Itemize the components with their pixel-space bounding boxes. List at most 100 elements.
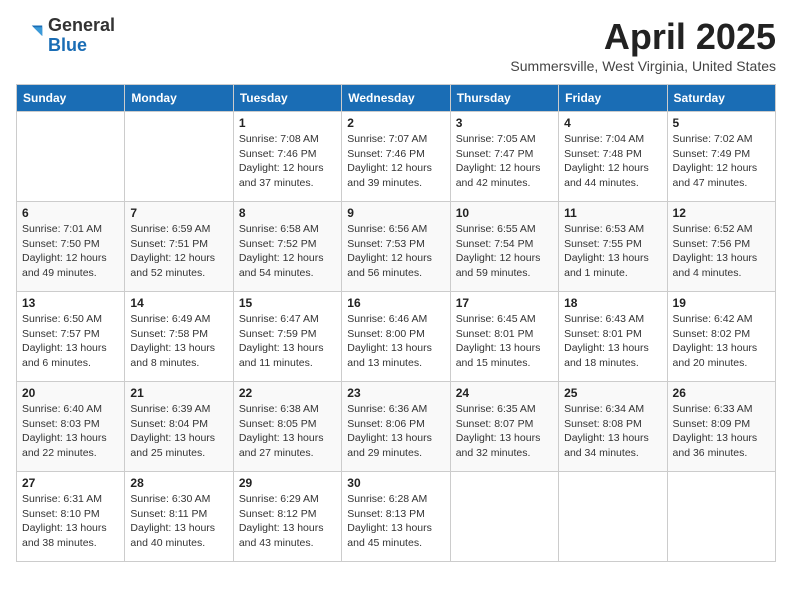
day-info: Sunrise: 6:38 AM Sunset: 8:05 PM Dayligh… <box>239 402 336 461</box>
calendar-cell: 14 Sunrise: 6:49 AM Sunset: 7:58 PM Dayli… <box>125 292 233 382</box>
day-number: 25 <box>564 386 661 400</box>
day-number: 5 <box>673 116 770 130</box>
day-number: 29 <box>239 476 336 490</box>
day-number: 7 <box>130 206 227 220</box>
day-info: Sunrise: 6:39 AM Sunset: 8:04 PM Dayligh… <box>130 402 227 461</box>
calendar-cell: 30 Sunrise: 6:28 AM Sunset: 8:13 PM Dayli… <box>342 472 450 562</box>
calendar-cell: 17 Sunrise: 6:45 AM Sunset: 8:01 PM Dayli… <box>450 292 558 382</box>
day-number: 15 <box>239 296 336 310</box>
weekday-header-thursday: Thursday <box>450 85 558 112</box>
day-number: 9 <box>347 206 444 220</box>
calendar-cell: 28 Sunrise: 6:30 AM Sunset: 8:11 PM Dayli… <box>125 472 233 562</box>
calendar-cell <box>559 472 667 562</box>
calendar-header-row: SundayMondayTuesdayWednesdayThursdayFrid… <box>17 85 776 112</box>
day-info: Sunrise: 6:59 AM Sunset: 7:51 PM Dayligh… <box>130 222 227 281</box>
day-info: Sunrise: 7:07 AM Sunset: 7:46 PM Dayligh… <box>347 132 444 191</box>
day-number: 13 <box>22 296 119 310</box>
day-number: 10 <box>456 206 553 220</box>
calendar-week-row: 13 Sunrise: 6:50 AM Sunset: 7:57 PM Dayli… <box>17 292 776 382</box>
day-number: 8 <box>239 206 336 220</box>
day-number: 12 <box>673 206 770 220</box>
calendar-cell: 11 Sunrise: 6:53 AM Sunset: 7:55 PM Dayli… <box>559 202 667 292</box>
title-block: April 2025 Summersville, West Virginia, … <box>510 16 776 74</box>
calendar-cell: 10 Sunrise: 6:55 AM Sunset: 7:54 PM Dayli… <box>450 202 558 292</box>
weekday-header-saturday: Saturday <box>667 85 775 112</box>
calendar-week-row: 1 Sunrise: 7:08 AM Sunset: 7:46 PM Daylig… <box>17 112 776 202</box>
day-info: Sunrise: 6:49 AM Sunset: 7:58 PM Dayligh… <box>130 312 227 371</box>
day-info: Sunrise: 6:45 AM Sunset: 8:01 PM Dayligh… <box>456 312 553 371</box>
day-info: Sunrise: 6:40 AM Sunset: 8:03 PM Dayligh… <box>22 402 119 461</box>
calendar-cell <box>17 112 125 202</box>
day-info: Sunrise: 7:05 AM Sunset: 7:47 PM Dayligh… <box>456 132 553 191</box>
calendar-cell: 6 Sunrise: 7:01 AM Sunset: 7:50 PM Daylig… <box>17 202 125 292</box>
day-info: Sunrise: 6:46 AM Sunset: 8:00 PM Dayligh… <box>347 312 444 371</box>
day-number: 23 <box>347 386 444 400</box>
month-title: April 2025 <box>510 16 776 58</box>
day-number: 2 <box>347 116 444 130</box>
day-number: 20 <box>22 386 119 400</box>
day-number: 22 <box>239 386 336 400</box>
calendar-cell: 27Sunrise: 6:31 AM Sunset: 8:10 PM Dayli… <box>17 472 125 562</box>
day-number: 17 <box>456 296 553 310</box>
day-number: 16 <box>347 296 444 310</box>
calendar-cell: 19Sunrise: 6:42 AM Sunset: 8:02 PM Dayli… <box>667 292 775 382</box>
calendar-cell: 23 Sunrise: 6:36 AM Sunset: 8:06 PM Dayli… <box>342 382 450 472</box>
day-number: 3 <box>456 116 553 130</box>
day-info: Sunrise: 6:56 AM Sunset: 7:53 PM Dayligh… <box>347 222 444 281</box>
weekday-header-sunday: Sunday <box>17 85 125 112</box>
day-info: Sunrise: 6:55 AM Sunset: 7:54 PM Dayligh… <box>456 222 553 281</box>
page-header: General Blue April 2025 Summersville, We… <box>16 16 776 74</box>
day-number: 28 <box>130 476 227 490</box>
day-info: Sunrise: 6:50 AM Sunset: 7:57 PM Dayligh… <box>22 312 119 371</box>
calendar-cell: 12Sunrise: 6:52 AM Sunset: 7:56 PM Dayli… <box>667 202 775 292</box>
day-number: 1 <box>239 116 336 130</box>
day-info: Sunrise: 7:08 AM Sunset: 7:46 PM Dayligh… <box>239 132 336 191</box>
calendar-cell: 26Sunrise: 6:33 AM Sunset: 8:09 PM Dayli… <box>667 382 775 472</box>
calendar-cell: 1 Sunrise: 7:08 AM Sunset: 7:46 PM Daylig… <box>233 112 341 202</box>
weekday-header-wednesday: Wednesday <box>342 85 450 112</box>
calendar-cell: 3 Sunrise: 7:05 AM Sunset: 7:47 PM Daylig… <box>450 112 558 202</box>
day-info: Sunrise: 6:53 AM Sunset: 7:55 PM Dayligh… <box>564 222 661 281</box>
calendar-week-row: 6 Sunrise: 7:01 AM Sunset: 7:50 PM Daylig… <box>17 202 776 292</box>
calendar-cell <box>125 112 233 202</box>
calendar-cell: 24 Sunrise: 6:35 AM Sunset: 8:07 PM Dayli… <box>450 382 558 472</box>
calendar-cell: 5 Sunrise: 7:02 AM Sunset: 7:49 PM Daylig… <box>667 112 775 202</box>
day-number: 30 <box>347 476 444 490</box>
day-info: Sunrise: 7:01 AM Sunset: 7:50 PM Dayligh… <box>22 222 119 281</box>
calendar-week-row: 20 Sunrise: 6:40 AM Sunset: 8:03 PM Dayli… <box>17 382 776 472</box>
calendar-cell: 7 Sunrise: 6:59 AM Sunset: 7:51 PM Daylig… <box>125 202 233 292</box>
calendar-cell: 13 Sunrise: 6:50 AM Sunset: 7:57 PM Dayli… <box>17 292 125 382</box>
day-number: 21 <box>130 386 227 400</box>
logo-icon <box>16 22 44 50</box>
weekday-header-monday: Monday <box>125 85 233 112</box>
calendar-cell: 29Sunrise: 6:29 AM Sunset: 8:12 PM Dayli… <box>233 472 341 562</box>
logo-blue-text: Blue <box>48 35 87 55</box>
logo: General Blue <box>16 16 115 56</box>
day-info: Sunrise: 6:58 AM Sunset: 7:52 PM Dayligh… <box>239 222 336 281</box>
day-info: Sunrise: 6:31 AM Sunset: 8:10 PM Dayligh… <box>22 492 119 551</box>
day-number: 24 <box>456 386 553 400</box>
day-info: Sunrise: 6:33 AM Sunset: 8:09 PM Dayligh… <box>673 402 770 461</box>
logo-general-text: General <box>48 15 115 35</box>
calendar-cell: 9 Sunrise: 6:56 AM Sunset: 7:53 PM Daylig… <box>342 202 450 292</box>
calendar-cell: 20 Sunrise: 6:40 AM Sunset: 8:03 PM Dayli… <box>17 382 125 472</box>
day-info: Sunrise: 6:35 AM Sunset: 8:07 PM Dayligh… <box>456 402 553 461</box>
calendar-week-row: 27Sunrise: 6:31 AM Sunset: 8:10 PM Dayli… <box>17 472 776 562</box>
day-number: 14 <box>130 296 227 310</box>
calendar-cell: 22 Sunrise: 6:38 AM Sunset: 8:05 PM Dayli… <box>233 382 341 472</box>
calendar-cell: 4Sunrise: 7:04 AM Sunset: 7:48 PM Daylig… <box>559 112 667 202</box>
calendar-cell: 2 Sunrise: 7:07 AM Sunset: 7:46 PM Daylig… <box>342 112 450 202</box>
day-info: Sunrise: 6:34 AM Sunset: 8:08 PM Dayligh… <box>564 402 661 461</box>
calendar-table: SundayMondayTuesdayWednesdayThursdayFrid… <box>16 84 776 562</box>
day-info: Sunrise: 6:43 AM Sunset: 8:01 PM Dayligh… <box>564 312 661 371</box>
day-number: 19 <box>673 296 770 310</box>
weekday-header-tuesday: Tuesday <box>233 85 341 112</box>
day-info: Sunrise: 6:36 AM Sunset: 8:06 PM Dayligh… <box>347 402 444 461</box>
day-info: Sunrise: 7:02 AM Sunset: 7:49 PM Dayligh… <box>673 132 770 191</box>
day-number: 4 <box>564 116 661 130</box>
day-number: 6 <box>22 206 119 220</box>
day-info: Sunrise: 6:28 AM Sunset: 8:13 PM Dayligh… <box>347 492 444 551</box>
day-number: 11 <box>564 206 661 220</box>
calendar-cell: 15Sunrise: 6:47 AM Sunset: 7:59 PM Dayli… <box>233 292 341 382</box>
day-info: Sunrise: 6:30 AM Sunset: 8:11 PM Dayligh… <box>130 492 227 551</box>
